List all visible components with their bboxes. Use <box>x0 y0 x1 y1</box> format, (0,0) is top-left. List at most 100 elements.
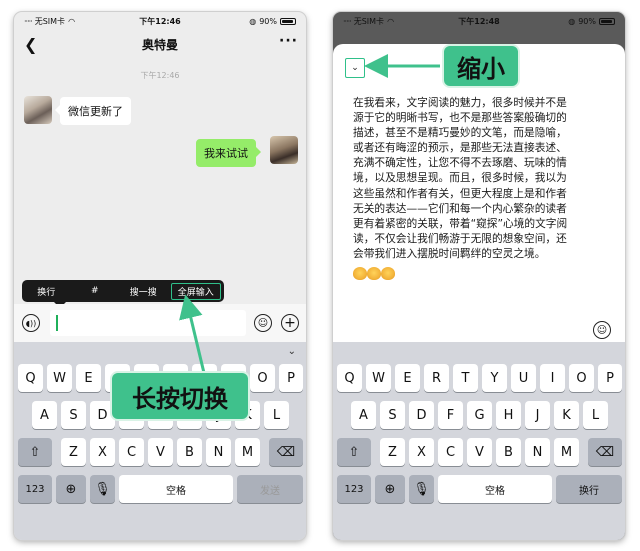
key-x[interactable]: X <box>409 438 434 466</box>
essay-line: 更有着紧密的关联，带着“窥探”心境的文字阅 <box>353 216 568 230</box>
essay-line: 在我看来，文字阅读的魅力，很多时候并不是 <box>353 96 567 109</box>
key-u[interactable]: U <box>511 364 536 392</box>
emoji-icon[interactable]: ☺ <box>254 314 272 332</box>
microphone-icon[interactable]: 🎙 <box>90 475 115 503</box>
more-options-icon[interactable]: ··· <box>279 33 298 49</box>
status-time: 下午12:46 <box>139 16 181 26</box>
key-m[interactable]: M <box>235 438 260 466</box>
key-k[interactable]: K <box>554 401 579 429</box>
keyboard-row-2: A S D F G H J K L <box>333 401 625 429</box>
numbers-key[interactable]: 123 <box>18 475 52 503</box>
message-input[interactable] <box>50 310 246 336</box>
key-g[interactable]: G <box>467 401 492 429</box>
chevron-down-icon[interactable]: ⌄ <box>288 346 296 357</box>
globe-icon[interactable]: ⊕ <box>375 475 405 503</box>
battery-icon <box>599 17 615 25</box>
status-bar: ····· 无SIM卡 ◠ 下午12:46 ◍ 90% <box>14 12 306 30</box>
space-key[interactable]: 空格 <box>438 475 552 503</box>
avatar-contact[interactable] <box>24 96 52 124</box>
message-bubble-incoming[interactable]: 微信更新了 <box>55 97 131 125</box>
key-y[interactable]: Y <box>482 364 507 392</box>
key-s[interactable]: S <box>61 401 86 429</box>
status-bar: ····· 无SIM卡 ◠ 下午12:48 ◍ 90% <box>333 12 625 30</box>
key-q[interactable]: Q <box>18 364 43 392</box>
backspace-icon[interactable]: ⌫ <box>269 438 303 466</box>
globe-icon[interactable]: ⊕ <box>56 475 86 503</box>
chat-input-bar: ◖)) ☺ + <box>14 304 306 342</box>
key-s[interactable]: S <box>380 401 405 429</box>
key-b[interactable]: B <box>177 438 202 466</box>
key-l[interactable]: L <box>583 401 608 429</box>
menu-item-hashtag[interactable]: # <box>71 286 120 296</box>
phone-screen-fullscreen-input: ····· 无SIM卡 ◠ 下午12:48 ◍ 90% ⌄ 在我看来，文字阅读的… <box>333 12 625 540</box>
key-c[interactable]: C <box>438 438 463 466</box>
essay-line: 境，以及思想呈现。而且，很多时候，我以为 <box>353 171 567 185</box>
menu-item-search[interactable]: 搜一搜 <box>119 285 168 298</box>
key-h[interactable]: H <box>496 401 521 429</box>
collapse-chevron-icon[interactable]: ⌄ <box>345 58 365 78</box>
fullscreen-editor[interactable]: ⌄ 在我看来，文字阅读的魅力，很多时候并不是 源于它的明晰书写，也不是那些答案般… <box>333 44 625 344</box>
key-n[interactable]: N <box>206 438 231 466</box>
message-bubble-outgoing[interactable]: 我来试试 <box>196 139 261 167</box>
key-l[interactable]: L <box>264 401 289 429</box>
key-p[interactable]: P <box>279 364 303 392</box>
key-w[interactable]: W <box>47 364 72 392</box>
avatar-self[interactable] <box>270 136 298 164</box>
key-j[interactable]: J <box>525 401 550 429</box>
menu-item-fullscreen-input[interactable]: 全屏输入 <box>170 282 221 300</box>
shift-icon[interactable]: ⇧ <box>18 438 52 466</box>
keyboard: Q W E R T Y U I O P A S D F G H J K L ⇧ … <box>333 342 625 540</box>
keyboard-row-4: 123 ⊕ 🎙 空格 换行 <box>333 475 625 503</box>
key-p[interactable]: P <box>598 364 622 392</box>
voice-input-icon[interactable]: ◖)) <box>22 314 40 332</box>
key-o[interactable]: O <box>569 364 594 392</box>
clap-emoji-icon <box>353 267 367 280</box>
numbers-key[interactable]: 123 <box>337 475 371 503</box>
key-v[interactable]: V <box>467 438 492 466</box>
key-e[interactable]: E <box>395 364 420 392</box>
text-caret <box>56 315 58 331</box>
key-o[interactable]: O <box>250 364 275 392</box>
essay-line: 会带我们进入摆脱时间羁绊的空灵之境。 <box>353 246 546 260</box>
emoji-row <box>353 267 395 280</box>
key-w[interactable]: W <box>366 364 391 392</box>
key-b[interactable]: B <box>496 438 521 466</box>
key-n[interactable]: N <box>525 438 550 466</box>
key-x[interactable]: X <box>90 438 115 466</box>
key-a[interactable]: A <box>351 401 376 429</box>
key-c[interactable]: C <box>119 438 144 466</box>
key-r[interactable]: R <box>424 364 449 392</box>
backspace-icon[interactable]: ⌫ <box>588 438 622 466</box>
callout-long-press-switch: 长按切换 <box>112 373 248 419</box>
menu-item-newline[interactable]: 换行 <box>22 285 71 298</box>
message-timestamp: 下午12:46 <box>140 71 180 80</box>
chat-title: 奥特曼 <box>141 37 178 52</box>
newline-key[interactable]: 换行 <box>556 475 622 503</box>
plus-icon[interactable]: + <box>281 314 299 332</box>
space-key[interactable]: 空格 <box>119 475 233 503</box>
essay-line: 充满不确定性，让您不得不去琢磨、玩味的情 <box>353 156 567 170</box>
essay-line: 或者还有晦涩的预示，是那些无法直接表述、 <box>353 141 567 155</box>
clap-emoji-icon <box>367 267 381 280</box>
send-key[interactable]: 发送 <box>237 475 303 503</box>
key-q[interactable]: Q <box>337 364 362 392</box>
key-e[interactable]: E <box>76 364 101 392</box>
key-a[interactable]: A <box>32 401 57 429</box>
shift-icon[interactable]: ⇧ <box>337 438 371 466</box>
essay-line: 这些虽然和作者有关，但更大程度上是和作者 <box>353 186 567 200</box>
input-context-menu: 换行 # 搜一搜 全屏输入 <box>22 280 224 308</box>
keyboard-row-3: ⇧ Z X C V B N M ⌫ <box>333 438 625 466</box>
key-t[interactable]: T <box>453 364 478 392</box>
status-time: 下午12:48 <box>458 16 500 26</box>
key-v[interactable]: V <box>148 438 173 466</box>
key-z[interactable]: Z <box>380 438 405 466</box>
key-d[interactable]: D <box>409 401 434 429</box>
key-m[interactable]: M <box>554 438 579 466</box>
essay-line: 描述，甚至不是精巧曼妙的文笔，而是隐喻， <box>353 126 567 140</box>
key-z[interactable]: Z <box>61 438 86 466</box>
emoji-icon[interactable]: ☺ <box>593 321 611 339</box>
back-arrow-icon[interactable]: ❮ <box>24 35 37 54</box>
key-f[interactable]: F <box>438 401 463 429</box>
microphone-icon[interactable]: 🎙 <box>409 475 434 503</box>
key-i[interactable]: I <box>540 364 565 392</box>
